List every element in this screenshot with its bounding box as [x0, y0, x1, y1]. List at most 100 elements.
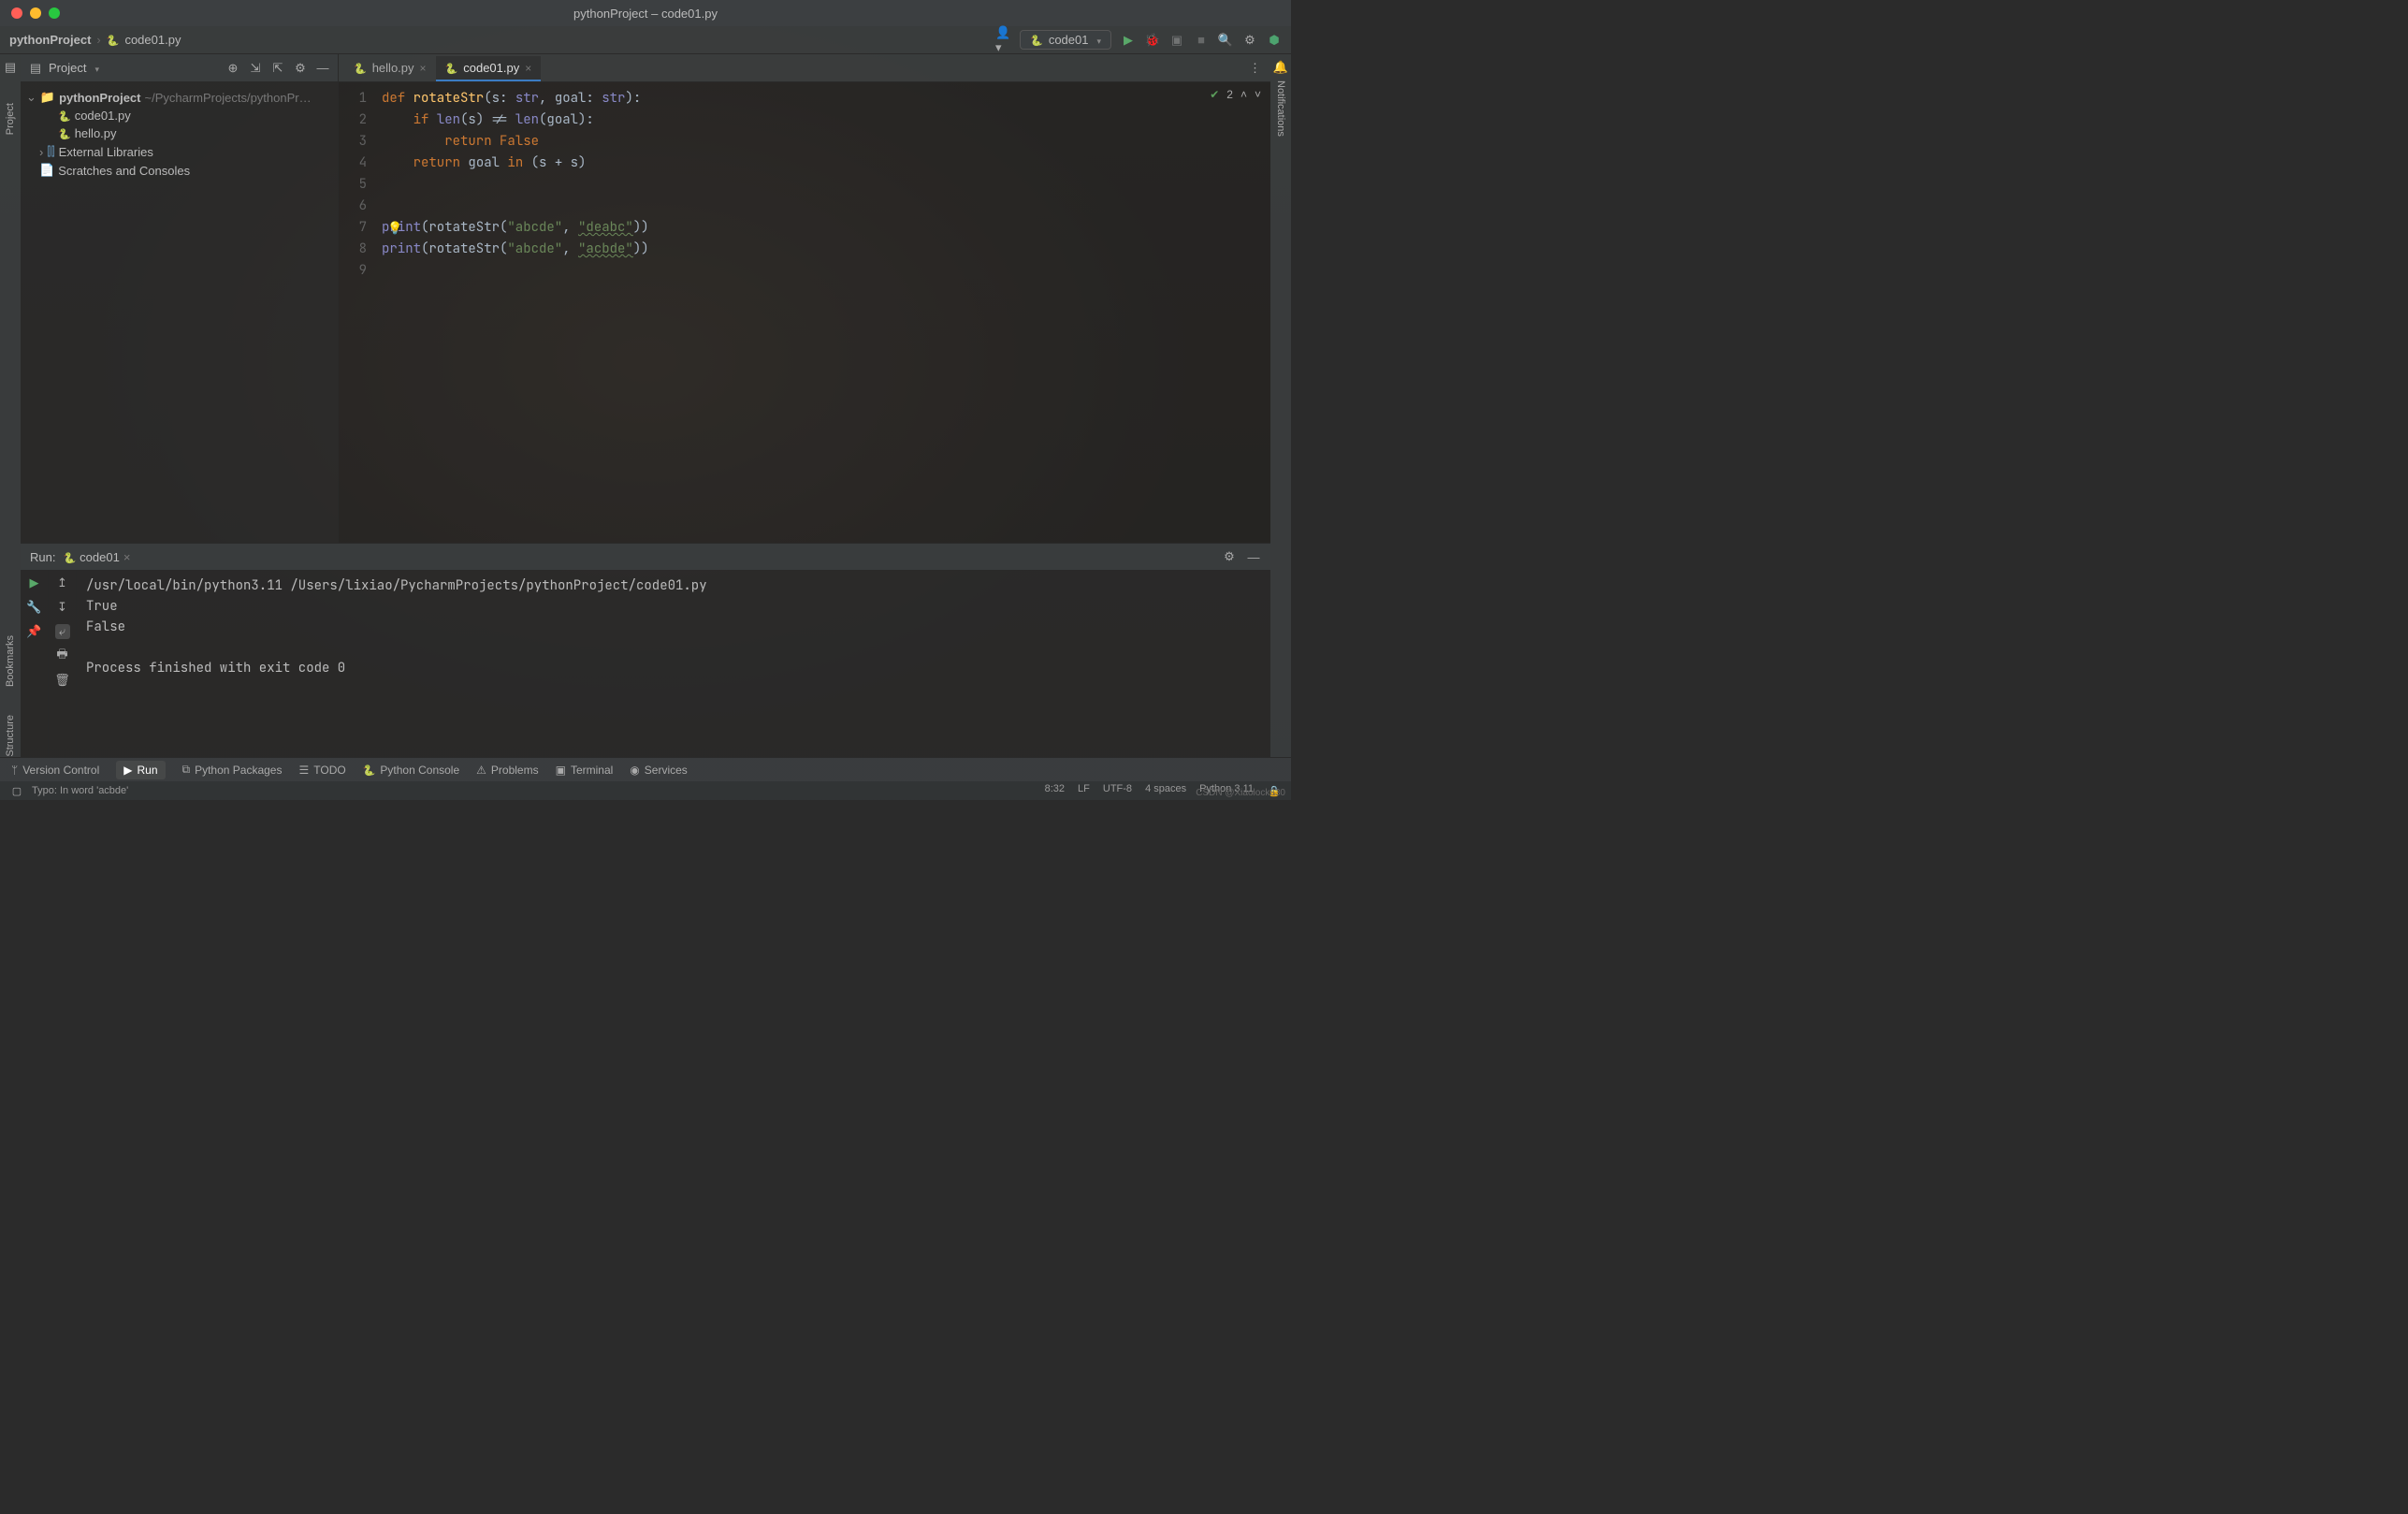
close-tab-icon[interactable]: × [420, 62, 427, 75]
console-output[interactable]: /usr/local/bin/python3.11 /Users/lixiao/… [77, 570, 1270, 757]
breadcrumb-file[interactable]: code01.py [124, 33, 181, 47]
window-title: pythonProject – code01.py [573, 7, 718, 21]
scroll-down-icon[interactable]: ↧ [55, 600, 70, 615]
chevron-right-icon [96, 33, 100, 47]
notifications-label[interactable]: Notifications [1275, 80, 1286, 137]
lightbulb-icon[interactable]: 💡 [387, 221, 402, 236]
status-message: Typo: In word 'acbde' [32, 785, 128, 796]
file-encoding[interactable]: UTF-8 [1103, 783, 1132, 798]
line-separator[interactable]: LF [1078, 783, 1090, 798]
debug-button[interactable]: 🐞 [1145, 33, 1160, 48]
console-tool-button[interactable]: Python Console [363, 764, 459, 777]
settings-icon[interactable]: ⚙ [1242, 33, 1257, 48]
close-window-button[interactable] [11, 7, 22, 19]
scroll-up-icon[interactable]: ↥ [55, 575, 70, 590]
bookmarks-tool-label[interactable]: Bookmarks [5, 635, 16, 687]
editor-tabs: hello.py × code01.py × ⋮ [339, 54, 1270, 82]
list-icon: ☰ [298, 764, 309, 777]
wrench-icon[interactable]: 🔧 [27, 600, 42, 615]
packages-tool-button[interactable]: ⧉Python Packages [182, 763, 283, 777]
project-tree[interactable]: ⌄ 📁 pythonProject ~/PycharmProjects/pyth… [21, 82, 338, 185]
hide-panel-icon[interactable]: — [1246, 549, 1261, 564]
folder-icon: ▤ [28, 61, 43, 76]
python-file-icon [445, 61, 458, 75]
tree-external-libs[interactable]: › ⫿⫿ External Libraries [21, 142, 338, 161]
run-config-label: code01 [1049, 33, 1089, 47]
chevron-down-icon [1094, 33, 1101, 47]
project-tool-icon[interactable]: ▤ [3, 60, 18, 75]
python-file-icon [58, 126, 71, 140]
user-icon[interactable]: 👤▾ [995, 33, 1010, 48]
bell-icon[interactable]: 🔔 [1273, 60, 1288, 75]
hide-panel-icon[interactable]: — [315, 61, 330, 76]
python-file-icon [58, 109, 71, 123]
project-tool-label[interactable]: Project [5, 103, 16, 135]
tool-windows-icon[interactable]: ▢ [9, 783, 24, 798]
collapse-all-icon[interactable]: ⇱ [270, 61, 285, 76]
next-highlight-icon[interactable]: ˅ [1255, 88, 1261, 101]
maximize-window-button[interactable] [49, 7, 60, 19]
run-button[interactable]: ▶ [1121, 33, 1136, 48]
run-panel-config[interactable]: code01 [80, 550, 120, 564]
terminal-icon: ▣ [556, 764, 566, 777]
run-config-selector[interactable]: code01 [1020, 30, 1111, 50]
check-icon: ✔ [1210, 88, 1219, 101]
breadcrumb-project[interactable]: pythonProject [9, 33, 91, 47]
rerun-button[interactable]: ▶ [27, 575, 42, 590]
breadcrumb[interactable]: pythonProject code01.py [9, 33, 181, 47]
editor-gutter: 123 456 789 [339, 82, 376, 543]
settings-icon[interactable]: ⚙ [293, 61, 308, 76]
python-file-icon [1030, 33, 1043, 47]
close-tab-icon[interactable]: × [525, 62, 531, 75]
run-with-coverage-button[interactable]: ▣ [1169, 33, 1184, 48]
right-tool-rail: 🔔 Notifications [1270, 54, 1291, 757]
minimize-window-button[interactable] [30, 7, 41, 19]
python-file-icon [354, 61, 367, 75]
run-panel-label: Run: [30, 550, 55, 564]
code-editor[interactable]: 123 456 789 def rotateStr(s: str, goal: … [339, 82, 1270, 543]
print-icon[interactable]: 🖶 [55, 648, 70, 663]
structure-tool-label[interactable]: Structure [5, 715, 16, 757]
soft-wrap-icon[interactable]: ⤶ [55, 624, 70, 639]
bottom-tool-bar: ᛘVersion Control ▶Run ⧉Python Packages ☰… [0, 757, 1291, 781]
code-content[interactable]: def rotateStr(s: str, goal: str): if len… [376, 82, 1270, 543]
services-tool-button[interactable]: ◉Services [630, 764, 688, 777]
expand-all-icon[interactable]: ⇲ [248, 61, 263, 76]
search-icon[interactable]: 🔍 [1218, 33, 1233, 48]
chevron-down-icon[interactable] [92, 61, 99, 75]
clear-icon[interactable]: 🗑 [55, 673, 70, 688]
play-icon: ▶ [123, 764, 132, 777]
terminal-tool-button[interactable]: ▣Terminal [556, 764, 614, 777]
locate-icon[interactable]: ⊕ [225, 61, 240, 76]
titlebar: pythonProject – code01.py [0, 0, 1291, 26]
settings-icon[interactable]: ⚙ [1222, 549, 1237, 564]
editor-tab[interactable]: hello.py × [344, 56, 436, 81]
warning-icon: ⚠ [476, 764, 486, 777]
run-tool-window: Run: code01 × ⚙ — ▶ 🔧 📌 ↥ [21, 543, 1270, 757]
services-icon: ◉ [630, 764, 639, 777]
tree-root[interactable]: ⌄ 📁 pythonProject ~/PycharmProjects/pyth… [21, 88, 338, 107]
close-run-tab-icon[interactable]: × [123, 550, 131, 564]
tree-file[interactable]: hello.py [21, 124, 338, 142]
prev-highlight-icon[interactable]: ˄ [1240, 88, 1247, 101]
indent-setting[interactable]: 4 spaces [1145, 783, 1186, 798]
python-file-icon [63, 550, 76, 564]
editor-tab[interactable]: code01.py × [436, 56, 542, 81]
run-tool-button[interactable]: ▶Run [116, 761, 165, 779]
tree-scratches[interactable]: 📄 Scratches and Consoles [21, 161, 338, 180]
python-icon [363, 764, 376, 777]
caret-position[interactable]: 8:32 [1045, 783, 1065, 798]
problems-tool-button[interactable]: ⚠Problems [476, 764, 538, 777]
packages-icon: ⧉ [182, 763, 191, 777]
vcs-tool-button[interactable]: ᛘVersion Control [11, 764, 99, 777]
python-file-icon [107, 33, 120, 47]
pin-icon[interactable]: 📌 [27, 624, 42, 639]
navigation-bar: pythonProject code01.py 👤▾ code01 ▶ 🐞 ▣ … [0, 26, 1291, 54]
todo-tool-button[interactable]: ☰TODO [298, 764, 345, 777]
tree-file[interactable]: code01.py [21, 107, 338, 124]
shield-icon[interactable]: ⬢ [1267, 33, 1282, 48]
status-bar: ▢ Typo: In word 'acbde' 8:32 LF UTF-8 4 … [0, 781, 1291, 800]
inspections-widget[interactable]: ✔ 2 ˄ ˅ [1210, 88, 1261, 101]
stop-button[interactable]: ■ [1194, 33, 1209, 48]
tabs-more-icon[interactable]: ⋮ [1240, 61, 1270, 76]
